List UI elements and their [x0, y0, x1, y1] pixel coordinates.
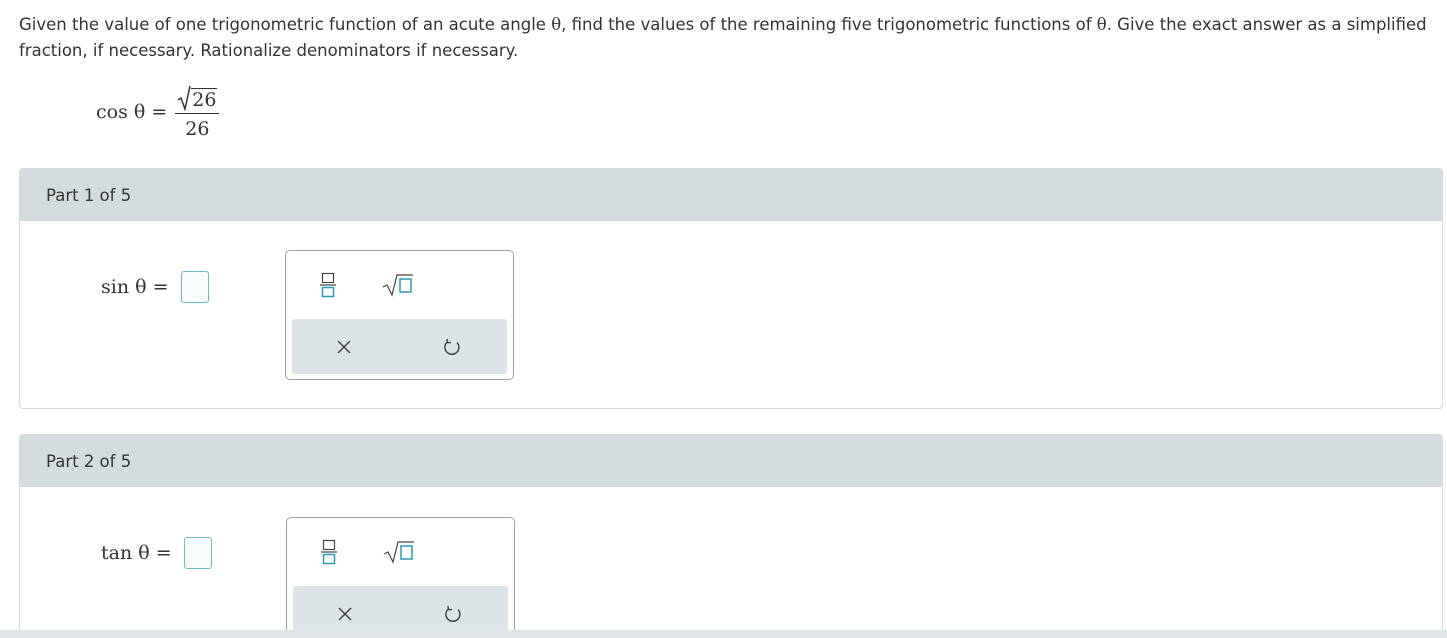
bottom-scroll-edge: [0, 630, 1447, 638]
clear-icon[interactable]: [331, 600, 359, 628]
part-2-header: Part 2 of 5: [20, 435, 1442, 487]
toolbar-bottom-row: [292, 319, 507, 374]
theta-symbol: θ: [1096, 15, 1107, 34]
sin-answer-input[interactable]: [180, 271, 209, 303]
theta-symbol: θ: [551, 15, 562, 34]
problem-statement: Given the value of one trigonometric fun…: [19, 12, 1434, 64]
clear-icon[interactable]: [330, 333, 358, 361]
part-1-math-toolbar: [285, 250, 514, 380]
given-lhs: cos θ =: [96, 101, 168, 123]
toolbar-top-row: [287, 518, 514, 586]
prompt-text-1: Given the value of one trigonometric fun…: [19, 15, 552, 34]
undo-icon[interactable]: [438, 333, 466, 361]
radicand: 26: [191, 87, 218, 111]
part-1-equation: sin θ =: [101, 271, 209, 303]
part-1-panel: Part 1 of 5 sin θ =: [19, 168, 1443, 409]
fraction-numerator: 26: [175, 85, 220, 114]
part-2-lhs: tan θ =: [101, 542, 172, 564]
toolbar-top-row: [286, 251, 513, 319]
tan-answer-input[interactable]: [183, 537, 212, 569]
given-equation: cos θ = 26 26: [96, 82, 220, 142]
part-2-math-toolbar: [286, 517, 515, 638]
part-1-lhs: sin θ =: [101, 276, 169, 298]
part-2-panel: Part 2 of 5 tan θ =: [19, 434, 1443, 638]
square-root-icon[interactable]: [380, 265, 416, 305]
fraction-icon[interactable]: [315, 532, 343, 572]
fraction-denominator: 26: [185, 117, 210, 140]
part-1-header: Part 1 of 5: [20, 169, 1442, 221]
undo-icon[interactable]: [439, 600, 467, 628]
radical-sign-icon: [177, 85, 192, 111]
fraction-icon[interactable]: [314, 265, 342, 305]
square-root-icon[interactable]: [381, 532, 417, 572]
prompt-text-2: , find the values of the remaining five …: [561, 15, 1097, 34]
square-root: 26: [177, 85, 218, 111]
part-2-equation: tan θ =: [101, 537, 212, 569]
given-fraction: 26 26: [175, 85, 220, 140]
